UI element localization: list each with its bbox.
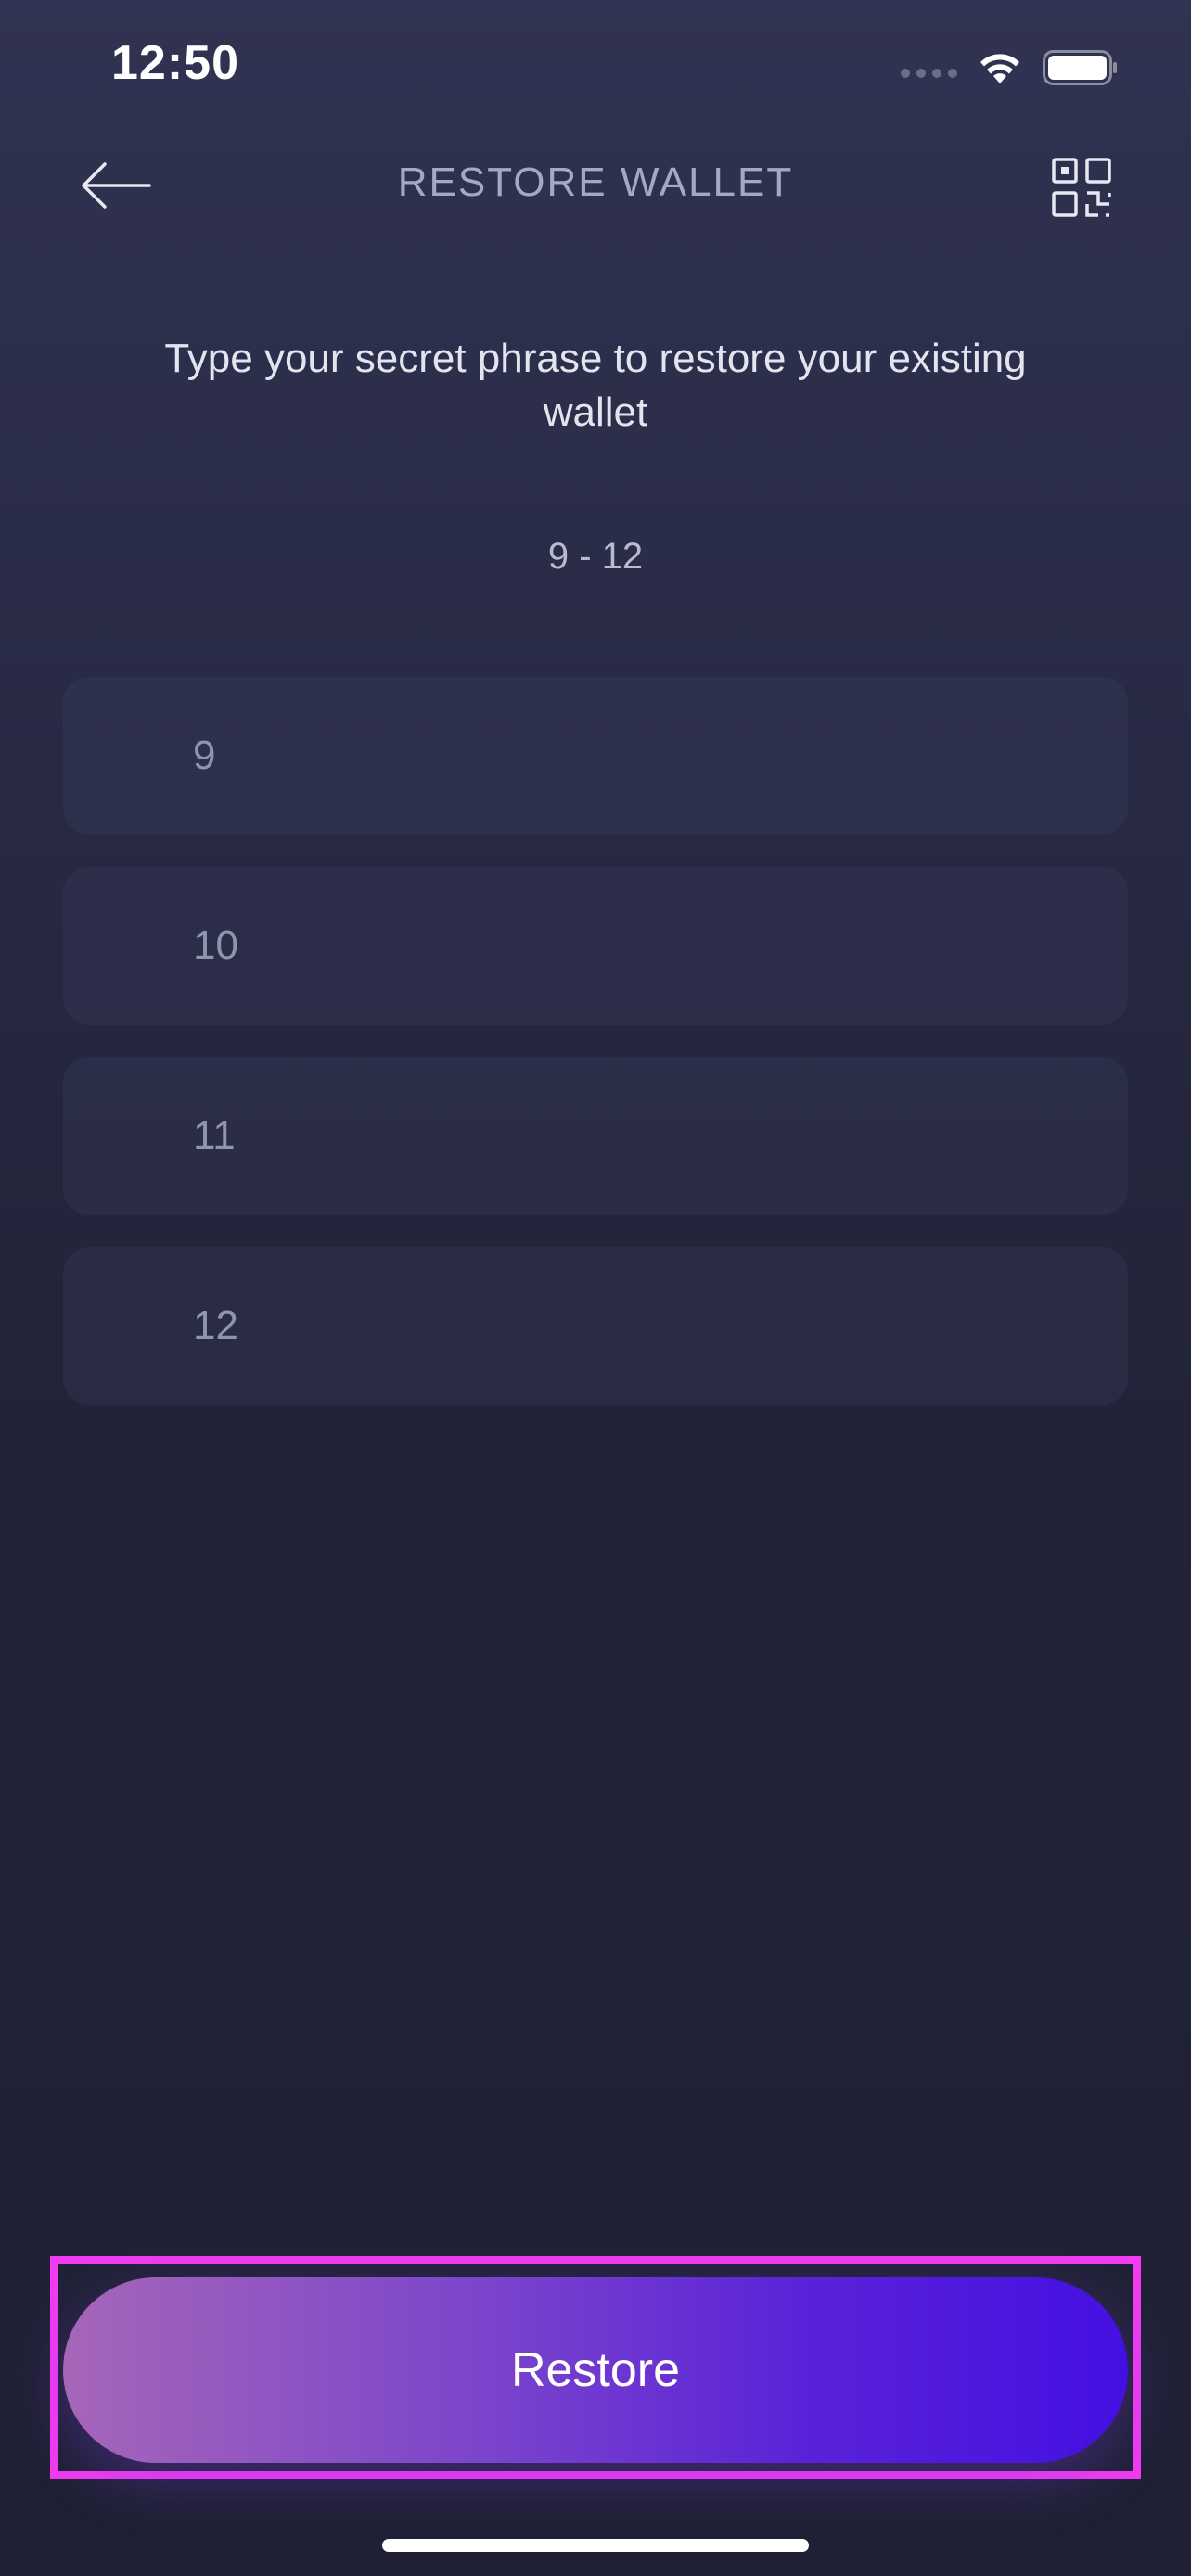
word-number: 10 <box>193 923 238 968</box>
word-number: 11 <box>193 1113 236 1158</box>
word-range-label: 9 - 12 <box>547 536 644 577</box>
word-number: 12 <box>193 1303 238 1348</box>
word-field-11[interactable]: 11 <box>63 1056 1128 1216</box>
home-indicator <box>382 2539 809 2552</box>
wifi-icon <box>980 54 1019 83</box>
signal-dots-icon <box>901 69 957 78</box>
word-input-11[interactable] <box>235 1056 1128 1216</box>
battery-icon <box>1043 50 1117 85</box>
page-title: RESTORE WALLET <box>397 159 794 205</box>
restore-button[interactable]: Restore <box>63 2277 1128 2463</box>
status-bar: 12:50 <box>0 0 1191 130</box>
nav-bar: RESTORE WALLET <box>0 139 1191 232</box>
word-field-12[interactable]: 12 <box>63 1246 1128 1406</box>
qr-code-icon <box>1052 158 1111 217</box>
word-list: 9 10 11 12 <box>63 676 1128 1437</box>
word-input-12[interactable] <box>237 1246 1128 1406</box>
status-time: 12:50 <box>111 36 239 90</box>
status-icons <box>901 46 1119 89</box>
qr-scan-button[interactable] <box>1046 152 1117 223</box>
instruction-text: Type your secret phrase to restore your … <box>164 336 1027 435</box>
word-field-10[interactable]: 10 <box>63 866 1128 1026</box>
word-input-9[interactable] <box>215 676 1128 835</box>
word-number: 9 <box>193 733 216 778</box>
word-field-9[interactable]: 9 <box>63 676 1128 835</box>
word-input-10[interactable] <box>237 866 1128 1026</box>
